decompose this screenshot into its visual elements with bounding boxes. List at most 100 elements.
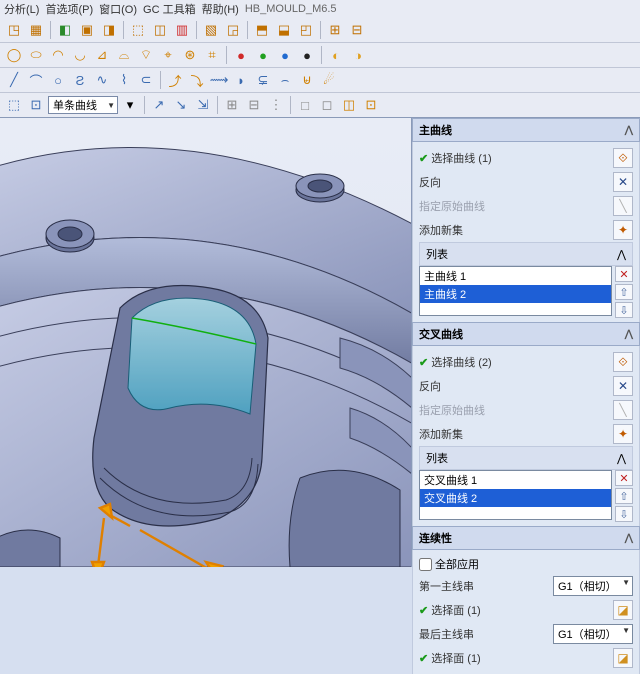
list-head-main[interactable]: 列表 ⋀ bbox=[419, 242, 633, 266]
group-head-cross-curve[interactable]: 交叉曲线 ⋀ bbox=[412, 322, 640, 346]
tool-icon[interactable]: ◰ bbox=[296, 20, 316, 40]
curve-icon[interactable]: ⤴ bbox=[165, 70, 185, 90]
sel-icon[interactable]: ⇲ bbox=[193, 95, 213, 115]
move-down-icon[interactable]: ⇩ bbox=[615, 302, 633, 318]
main-curve-list[interactable]: 主曲线 1 主曲线 2 bbox=[419, 266, 612, 316]
tool-icon[interactable]: ● bbox=[275, 45, 295, 65]
tool-icon[interactable]: ⬒ bbox=[252, 20, 272, 40]
sel-icon[interactable]: □ bbox=[295, 95, 315, 115]
curve-icon[interactable]: ◗ bbox=[231, 70, 251, 90]
move-up-icon[interactable]: ⇧ bbox=[615, 284, 633, 300]
menu-gctool[interactable]: GC 工具箱 bbox=[143, 1, 196, 17]
move-down-icon[interactable]: ⇩ bbox=[615, 506, 633, 522]
tool-icon[interactable]: ● bbox=[297, 45, 317, 65]
tool-icon[interactable]: ● bbox=[231, 45, 251, 65]
curve-icon[interactable]: ╱ bbox=[4, 70, 24, 90]
tool-icon[interactable]: ⌗ bbox=[202, 45, 222, 65]
menu-analyze[interactable]: 分析(L) bbox=[4, 1, 39, 17]
sel-icon[interactable]: ⊞ bbox=[222, 95, 242, 115]
menu-window[interactable]: 窗口(O) bbox=[99, 1, 137, 17]
face-pick-icon[interactable]: ◪ bbox=[613, 600, 633, 620]
curve-icon[interactable]: ⌇ bbox=[114, 70, 134, 90]
reverse-icon[interactable]: ✕ bbox=[613, 376, 633, 396]
tool-icon[interactable]: ⬚ bbox=[128, 20, 148, 40]
list-item[interactable]: 交叉曲线 1 bbox=[420, 471, 611, 489]
all-apply-checkbox[interactable]: 全部应用 bbox=[419, 556, 479, 572]
list-item[interactable]: 主曲线 2 bbox=[420, 285, 611, 303]
orig-curve-icon[interactable]: ╲ bbox=[613, 196, 633, 216]
list-item[interactable]: 交叉曲线 2 bbox=[420, 489, 611, 507]
group-head-continuity[interactable]: 连续性 ⋀ bbox=[412, 526, 640, 550]
tool-icon[interactable]: ◠ bbox=[48, 45, 68, 65]
checkbox-input[interactable] bbox=[419, 558, 432, 571]
curve-icon[interactable]: ∿ bbox=[92, 70, 112, 90]
last-main-label: 最后主线串 bbox=[419, 626, 549, 642]
tool-icon[interactable]: ◳ bbox=[4, 20, 24, 40]
list-item[interactable]: 主曲线 1 bbox=[420, 267, 611, 285]
sel-icon[interactable]: ⋮ bbox=[266, 95, 286, 115]
pick-curve-icon[interactable]: ⟐ bbox=[613, 352, 633, 372]
g1-combo[interactable]: G1（相切） bbox=[553, 576, 633, 596]
tool-icon[interactable]: ▥ bbox=[172, 20, 192, 40]
curve-icon[interactable]: ⊊ bbox=[253, 70, 273, 90]
list-head-cross[interactable]: 列表 ⋀ bbox=[419, 446, 633, 470]
move-up-icon[interactable]: ⇧ bbox=[615, 488, 633, 504]
curve-icon[interactable]: ☄ bbox=[319, 70, 339, 90]
3d-viewport[interactable] bbox=[0, 118, 412, 567]
delete-icon[interactable]: ✕ bbox=[615, 266, 633, 282]
add-set-icon[interactable]: ✦ bbox=[613, 424, 633, 444]
sel-icon[interactable]: ⊟ bbox=[244, 95, 264, 115]
tool-icon[interactable]: ◫ bbox=[150, 20, 170, 40]
sel-icon[interactable]: ⬚ bbox=[4, 95, 24, 115]
curve-icon[interactable]: ○ bbox=[48, 70, 68, 90]
group-head-main-curve[interactable]: 主曲线 ⋀ bbox=[412, 118, 640, 142]
tool-icon[interactable]: ● bbox=[253, 45, 273, 65]
tool-icon[interactable]: ⊟ bbox=[347, 20, 367, 40]
curve-icon[interactable]: ⊂ bbox=[136, 70, 156, 90]
tool-icon[interactable]: ◯ bbox=[4, 45, 24, 65]
g1-combo[interactable]: G1（相切） bbox=[553, 624, 633, 644]
select-face-label: ✔选择面 (1) bbox=[419, 650, 609, 666]
tool-icon[interactable]: ⬭ bbox=[26, 45, 46, 65]
curve-icon[interactable]: ⟿ bbox=[209, 70, 229, 90]
tool-icon[interactable]: ⬓ bbox=[274, 20, 294, 40]
tool-icon[interactable]: ⊞ bbox=[325, 20, 345, 40]
curve-icon[interactable]: ⌒ bbox=[26, 70, 46, 90]
sel-icon[interactable]: ↗ bbox=[149, 95, 169, 115]
tool-icon[interactable]: ⊛ bbox=[180, 45, 200, 65]
curve-icon[interactable]: Ƨ bbox=[70, 70, 90, 90]
tool-icon[interactable]: ◧ bbox=[55, 20, 75, 40]
pick-curve-icon[interactable]: ⟐ bbox=[613, 148, 633, 168]
tool-icon[interactable]: ◡ bbox=[70, 45, 90, 65]
sel-icon[interactable]: ⊡ bbox=[361, 95, 381, 115]
tool-icon[interactable]: ▧ bbox=[201, 20, 221, 40]
curve-icon[interactable]: ⌢ bbox=[275, 70, 295, 90]
tool-icon[interactable]: ◨ bbox=[99, 20, 119, 40]
tool-icon[interactable]: ◐ bbox=[326, 45, 346, 65]
tool-icon[interactable]: ▣ bbox=[77, 20, 97, 40]
orig-curve-icon[interactable]: ╲ bbox=[613, 400, 633, 420]
sel-icon[interactable]: ↘ bbox=[171, 95, 191, 115]
menu-help[interactable]: 帮助(H) bbox=[202, 1, 239, 17]
curve-icon[interactable]: ⊌ bbox=[297, 70, 317, 90]
sel-icon[interactable]: ▾ bbox=[120, 95, 140, 115]
menu-prefs[interactable]: 首选项(P) bbox=[45, 1, 93, 17]
add-set-icon[interactable]: ✦ bbox=[613, 220, 633, 240]
curve-type-combo[interactable]: 单条曲线 bbox=[48, 96, 118, 114]
tool-icon[interactable]: ⊿ bbox=[92, 45, 112, 65]
toolbar-row-4: ⬚ ⊡ 单条曲线 ▾ ↗ ↘ ⇲ ⊞ ⊟ ⋮ □ ◻ ◫ ⊡ bbox=[0, 93, 640, 118]
tool-icon[interactable]: ▦ bbox=[26, 20, 46, 40]
tool-icon[interactable]: ⌓ bbox=[114, 45, 134, 65]
reverse-icon[interactable]: ✕ bbox=[613, 172, 633, 192]
curve-icon[interactable]: ⤵ bbox=[187, 70, 207, 90]
tool-icon[interactable]: ◲ bbox=[223, 20, 243, 40]
cross-curve-list[interactable]: 交叉曲线 1 交叉曲线 2 bbox=[419, 470, 612, 520]
face-pick-icon[interactable]: ◪ bbox=[613, 648, 633, 668]
tool-icon[interactable]: ⌖ bbox=[158, 45, 178, 65]
sel-icon[interactable]: ◻ bbox=[317, 95, 337, 115]
tool-icon[interactable]: ⌔ bbox=[136, 45, 156, 65]
sel-icon[interactable]: ⊡ bbox=[26, 95, 46, 115]
tool-icon[interactable]: ◑ bbox=[348, 45, 368, 65]
delete-icon[interactable]: ✕ bbox=[615, 470, 633, 486]
sel-icon[interactable]: ◫ bbox=[339, 95, 359, 115]
